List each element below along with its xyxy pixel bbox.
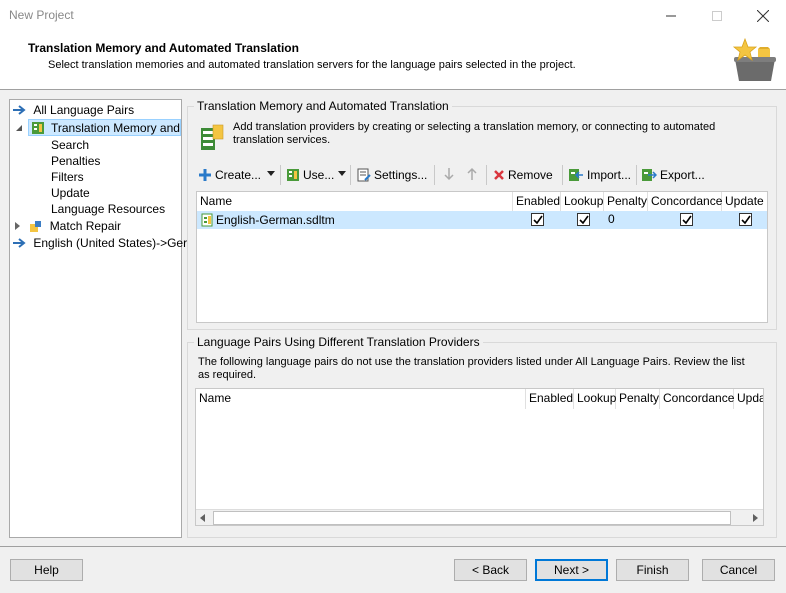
lp-group-title: Language Pairs Using Different Translati… <box>194 335 483 349</box>
help-button[interactable]: Help <box>10 559 83 581</box>
maximize-button <box>694 0 740 31</box>
use-dropdown-arrow-icon[interactable] <box>338 171 346 177</box>
minimize-button[interactable] <box>648 0 694 31</box>
page-title: Translation Memory and Automated Transla… <box>28 41 299 55</box>
arrow-right-icon <box>13 105 26 115</box>
import-icon <box>569 169 583 181</box>
export-button[interactable]: Export... <box>641 166 705 184</box>
page-subtitle: Select translation memories and automate… <box>48 59 576 71</box>
column-header-lookup[interactable]: Lookup <box>561 192 604 212</box>
provider-name: English-German.sdltm <box>216 213 335 227</box>
move-up-icon[interactable] <box>466 167 478 181</box>
column-header-name[interactable]: Name <box>197 192 513 212</box>
update-checkbox[interactable] <box>739 213 752 226</box>
back-button[interactable]: < Back <box>454 559 527 581</box>
maximize-icon <box>712 10 722 21</box>
column-header-update[interactable]: Update <box>722 192 767 212</box>
create-dropdown-arrow-icon[interactable] <box>267 171 275 177</box>
column-header-update[interactable]: Upda <box>734 389 763 409</box>
remove-button[interactable]: Remove <box>493 166 553 184</box>
scroll-right-icon[interactable] <box>753 514 759 522</box>
next-button[interactable]: Next > <box>535 559 608 581</box>
move-down-icon[interactable] <box>443 167 455 181</box>
navigation-tree: All Language Pairs Translation Memory an… <box>9 99 187 538</box>
tree-item-language-resources[interactable]: Language Resources <box>51 201 165 218</box>
scrollbar-thumb[interactable] <box>213 511 731 525</box>
tm-group-title: Translation Memory and Automated Transla… <box>194 99 452 113</box>
settings-document-icon <box>357 168 371 182</box>
tree-item-match-repair[interactable]: Match Repair <box>14 218 121 235</box>
import-button[interactable]: Import... <box>568 166 631 184</box>
lookup-checkbox[interactable] <box>577 213 590 226</box>
create-button[interactable]: Create... <box>198 166 261 184</box>
column-header-lookup[interactable]: Lookup <box>574 389 616 409</box>
penalty-value[interactable]: 0 <box>608 212 615 226</box>
column-header-name[interactable]: Name <box>196 389 526 409</box>
sdltm-file-icon <box>201 213 213 227</box>
use-button[interactable]: Use... <box>286 166 334 184</box>
arrow-right-icon <box>13 238 26 248</box>
close-icon <box>757 9 769 22</box>
settings-button[interactable]: Settings... <box>357 166 427 184</box>
tm-providers-grid: Name Enabled Lookup Penalty Concordance … <box>196 191 768 323</box>
column-header-concordance[interactable]: Concordance <box>648 192 722 212</box>
tree-item-update[interactable]: Update <box>51 185 90 202</box>
toolbar-separator <box>434 165 435 185</box>
tree-item-filters[interactable]: Filters <box>51 169 84 186</box>
scroll-left-icon[interactable] <box>200 514 206 522</box>
project-basket-icon <box>732 37 776 81</box>
collapse-triangle-icon[interactable] <box>16 124 24 132</box>
tree-item-translation-memory[interactable]: Translation Memory and <box>28 119 181 136</box>
footer-divider <box>0 546 786 547</box>
tree-item-language-pair[interactable]: English (United States)->Ger <box>12 235 187 252</box>
close-button[interactable] <box>740 0 786 31</box>
translation-memory-icon <box>287 169 299 181</box>
horizontal-scrollbar[interactable] <box>196 509 763 525</box>
cancel-button[interactable]: Cancel <box>702 559 775 581</box>
finish-button[interactable]: Finish <box>616 559 689 581</box>
column-header-penalty[interactable]: Penalty <box>604 192 648 212</box>
match-repair-icon <box>30 221 42 232</box>
translation-memory-icon <box>32 122 44 134</box>
toolbar-separator <box>562 165 563 185</box>
export-icon <box>642 169 657 181</box>
enabled-checkbox[interactable] <box>531 213 544 226</box>
language-pairs-grid: Name Enabled Lookup Penalty Concordance … <box>195 388 764 526</box>
plus-icon <box>199 169 211 181</box>
toolbar-separator <box>350 165 351 185</box>
toolbar-separator <box>636 165 637 185</box>
tree-item-all-language-pairs[interactable]: All Language Pairs <box>12 102 134 119</box>
expand-triangle-icon[interactable] <box>14 222 22 230</box>
lp-description: The following language pairs do not use … <box>198 356 745 381</box>
column-header-concordance[interactable]: Concordance <box>660 389 734 409</box>
wizard-header: Translation Memory and Automated Transla… <box>0 31 786 90</box>
column-header-enabled[interactable]: Enabled <box>526 389 574 409</box>
tree-item-penalties[interactable]: Penalties <box>51 153 100 170</box>
table-row[interactable]: English-German.sdltm 0 <box>197 211 767 229</box>
column-header-enabled[interactable]: Enabled <box>513 192 561 212</box>
tree-item-search[interactable]: Search <box>51 137 89 154</box>
title-bar: New Project <box>0 0 786 31</box>
tm-description: Add translation providers by creating or… <box>233 121 716 146</box>
minimize-icon <box>666 15 676 16</box>
toolbar-separator <box>280 165 281 185</box>
remove-x-icon <box>494 170 504 180</box>
window-title: New Project <box>9 8 74 22</box>
column-header-penalty[interactable]: Penalty <box>616 389 660 409</box>
concordance-checkbox[interactable] <box>680 213 693 226</box>
translation-providers-icon <box>201 124 224 150</box>
toolbar-separator <box>486 165 487 185</box>
